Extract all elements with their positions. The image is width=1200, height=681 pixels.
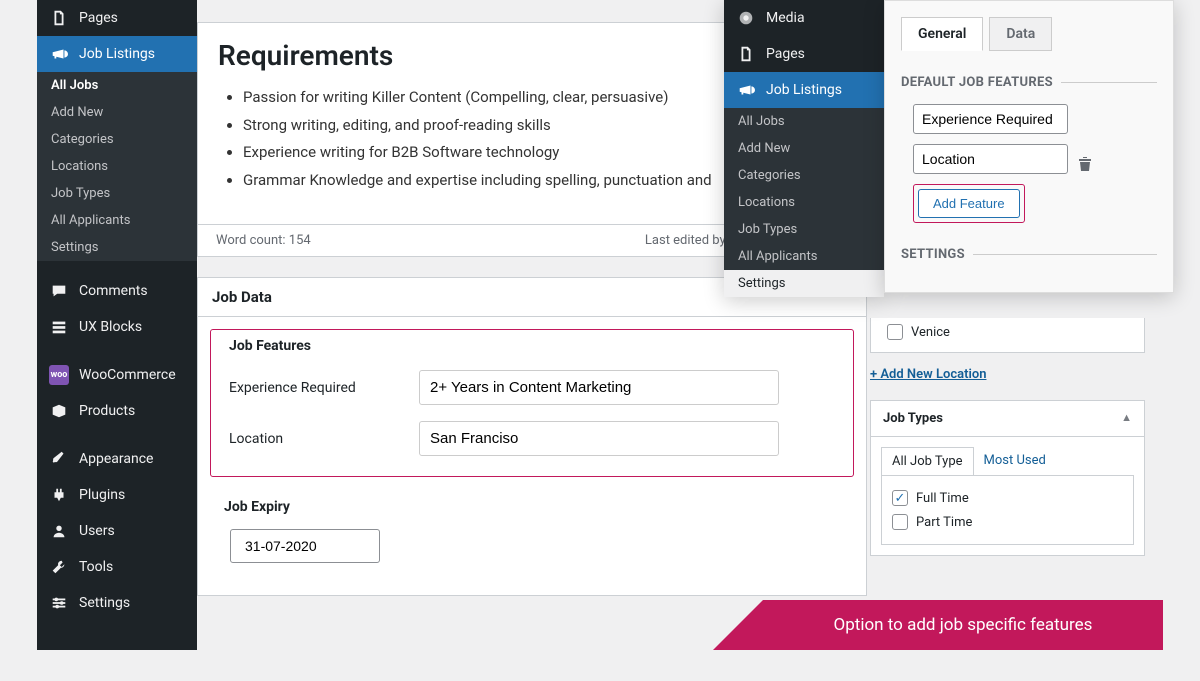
pages-icon [49, 8, 69, 28]
add-location-link[interactable]: + Add New Location [870, 367, 986, 382]
panel-feature-1[interactable] [913, 104, 1068, 134]
checkbox-checked[interactable]: ✓ [892, 490, 908, 506]
menu-woocommerce-label: WooCommerce [79, 367, 176, 383]
submenu-add-new[interactable]: Add New [37, 99, 197, 126]
checkbox-empty[interactable] [887, 324, 903, 340]
menu-pages-label: Pages [79, 10, 118, 26]
media-icon [736, 8, 756, 28]
menu-settings-label: Settings [79, 595, 130, 611]
add-feature-button[interactable]: Add Feature [918, 189, 1020, 218]
submenu-locations[interactable]: Locations [37, 153, 197, 180]
menu-settings[interactable]: Settings [37, 585, 197, 621]
plugins-icon [49, 485, 69, 505]
panel-tab-data[interactable]: Data [989, 17, 1052, 51]
overlay-sidebar: Media Pages Job Listings All Jobs Add Ne… [724, 0, 884, 297]
job-types-metabox: Job Types ▲ All Job Type Most Used ✓ Ful… [870, 400, 1145, 556]
ov-sub-locations[interactable]: Locations [724, 189, 884, 216]
chevron-up-icon[interactable]: ▲ [1121, 411, 1132, 426]
megaphone-icon [736, 80, 756, 100]
tab-all-job-type[interactable]: All Job Type [881, 447, 974, 475]
menu-tools[interactable]: Tools [37, 549, 197, 585]
menu-tools-label: Tools [79, 559, 113, 575]
venice-label: Venice [911, 325, 950, 340]
job-features-title: Job Features [229, 338, 835, 354]
panel-feature-2[interactable] [913, 144, 1068, 174]
settings-icon [49, 593, 69, 613]
tab-most-used[interactable]: Most Used [974, 447, 1056, 475]
submenu-all-jobs[interactable]: All Jobs [37, 72, 197, 99]
submenu-all-applicants[interactable]: All Applicants [37, 207, 197, 234]
parttime-label: Part Time [916, 515, 972, 530]
trash-icon[interactable] [1078, 156, 1092, 172]
job-data-box: Job Data Job Features Experience Require… [197, 277, 867, 596]
users-icon [49, 521, 69, 541]
woocommerce-icon: woo [49, 365, 69, 385]
menu-appearance-label: Appearance [79, 451, 153, 467]
ov-sub-add-new[interactable]: Add New [724, 135, 884, 162]
brush-icon [49, 449, 69, 469]
feature-exp-input[interactable] [419, 370, 779, 405]
job-expiry-input[interactable] [230, 529, 380, 563]
feature-exp-label: Experience Required [229, 380, 419, 396]
submenu-settings[interactable]: Settings [37, 234, 197, 261]
menu-comments[interactable]: Comments [37, 273, 197, 309]
callout-text: Option to add job specific features [834, 615, 1093, 635]
job-listings-submenu: All Jobs Add New Categories Locations Jo… [37, 72, 197, 261]
location-item-venice[interactable]: Venice [887, 320, 1128, 344]
feature-loc-label: Location [229, 431, 419, 447]
word-count: Word count: 154 [216, 233, 311, 248]
add-feature-highlight: Add Feature [913, 184, 1025, 223]
job-expiry-title: Job Expiry [224, 499, 854, 515]
right-sidebar: Venice + Add New Location Job Types ▲ Al… [870, 318, 1145, 556]
ov-sub-categories[interactable]: Categories [724, 162, 884, 189]
menu-plugins[interactable]: Plugins [37, 477, 197, 513]
submenu-job-types[interactable]: Job Types [37, 180, 197, 207]
menu-appearance[interactable]: Appearance [37, 441, 197, 477]
ov-sub-job-types[interactable]: Job Types [724, 216, 884, 243]
menu-products-label: Products [79, 403, 135, 419]
menu-ux-blocks[interactable]: UX Blocks [37, 309, 197, 345]
ov-pages-label: Pages [766, 46, 805, 62]
pages-icon [736, 44, 756, 64]
job-types-header: Job Types [883, 411, 943, 426]
ux-blocks-icon [49, 317, 69, 337]
jobtype-fulltime[interactable]: ✓ Full Time [892, 486, 1123, 510]
ov-sub-all-jobs[interactable]: All Jobs [724, 108, 884, 135]
comments-icon [49, 281, 69, 301]
job-features-box: Job Features Experience Required Locatio… [210, 329, 854, 477]
menu-users-label: Users [79, 523, 115, 539]
menu-job-listings[interactable]: Job Listings [37, 36, 197, 72]
ov-menu-pages[interactable]: Pages [724, 36, 884, 72]
panel-heading-settings: SETTINGS [901, 247, 1157, 262]
megaphone-icon [49, 44, 69, 64]
products-icon [49, 401, 69, 421]
ov-submenu: All Jobs Add New Categories Locations Jo… [724, 108, 884, 270]
ov-media-label: Media [766, 10, 805, 26]
ov-sub-applicants[interactable]: All Applicants [724, 243, 884, 270]
ov-job-listings-label: Job Listings [766, 82, 842, 98]
menu-woocommerce[interactable]: woo WooCommerce [37, 357, 197, 393]
admin-sidebar: Pages Job Listings All Jobs Add New Cate… [37, 0, 197, 650]
menu-products[interactable]: Products [37, 393, 197, 429]
menu-ux-blocks-label: UX Blocks [79, 319, 142, 335]
ov-menu-media[interactable]: Media [724, 0, 884, 36]
fulltime-label: Full Time [916, 491, 969, 506]
jobtype-parttime[interactable]: Part Time [892, 510, 1123, 534]
feature-loc-input[interactable] [419, 421, 779, 456]
settings-panel: General Data DEFAULT JOB FEATURES Add Fe… [884, 0, 1174, 293]
menu-plugins-label: Plugins [79, 487, 125, 503]
ov-menu-job-listings[interactable]: Job Listings [724, 72, 884, 108]
callout-banner: Option to add job specific features [763, 600, 1163, 650]
tools-icon [49, 557, 69, 577]
menu-users[interactable]: Users [37, 513, 197, 549]
submenu-categories[interactable]: Categories [37, 126, 197, 153]
checkbox-empty[interactable] [892, 514, 908, 530]
menu-job-listings-label: Job Listings [79, 46, 155, 62]
ov-sub-settings[interactable]: Settings [724, 270, 884, 297]
panel-tab-general[interactable]: General [901, 17, 983, 51]
panel-heading-default: DEFAULT JOB FEATURES [901, 75, 1157, 90]
menu-pages[interactable]: Pages [37, 0, 197, 36]
menu-comments-label: Comments [79, 283, 148, 299]
